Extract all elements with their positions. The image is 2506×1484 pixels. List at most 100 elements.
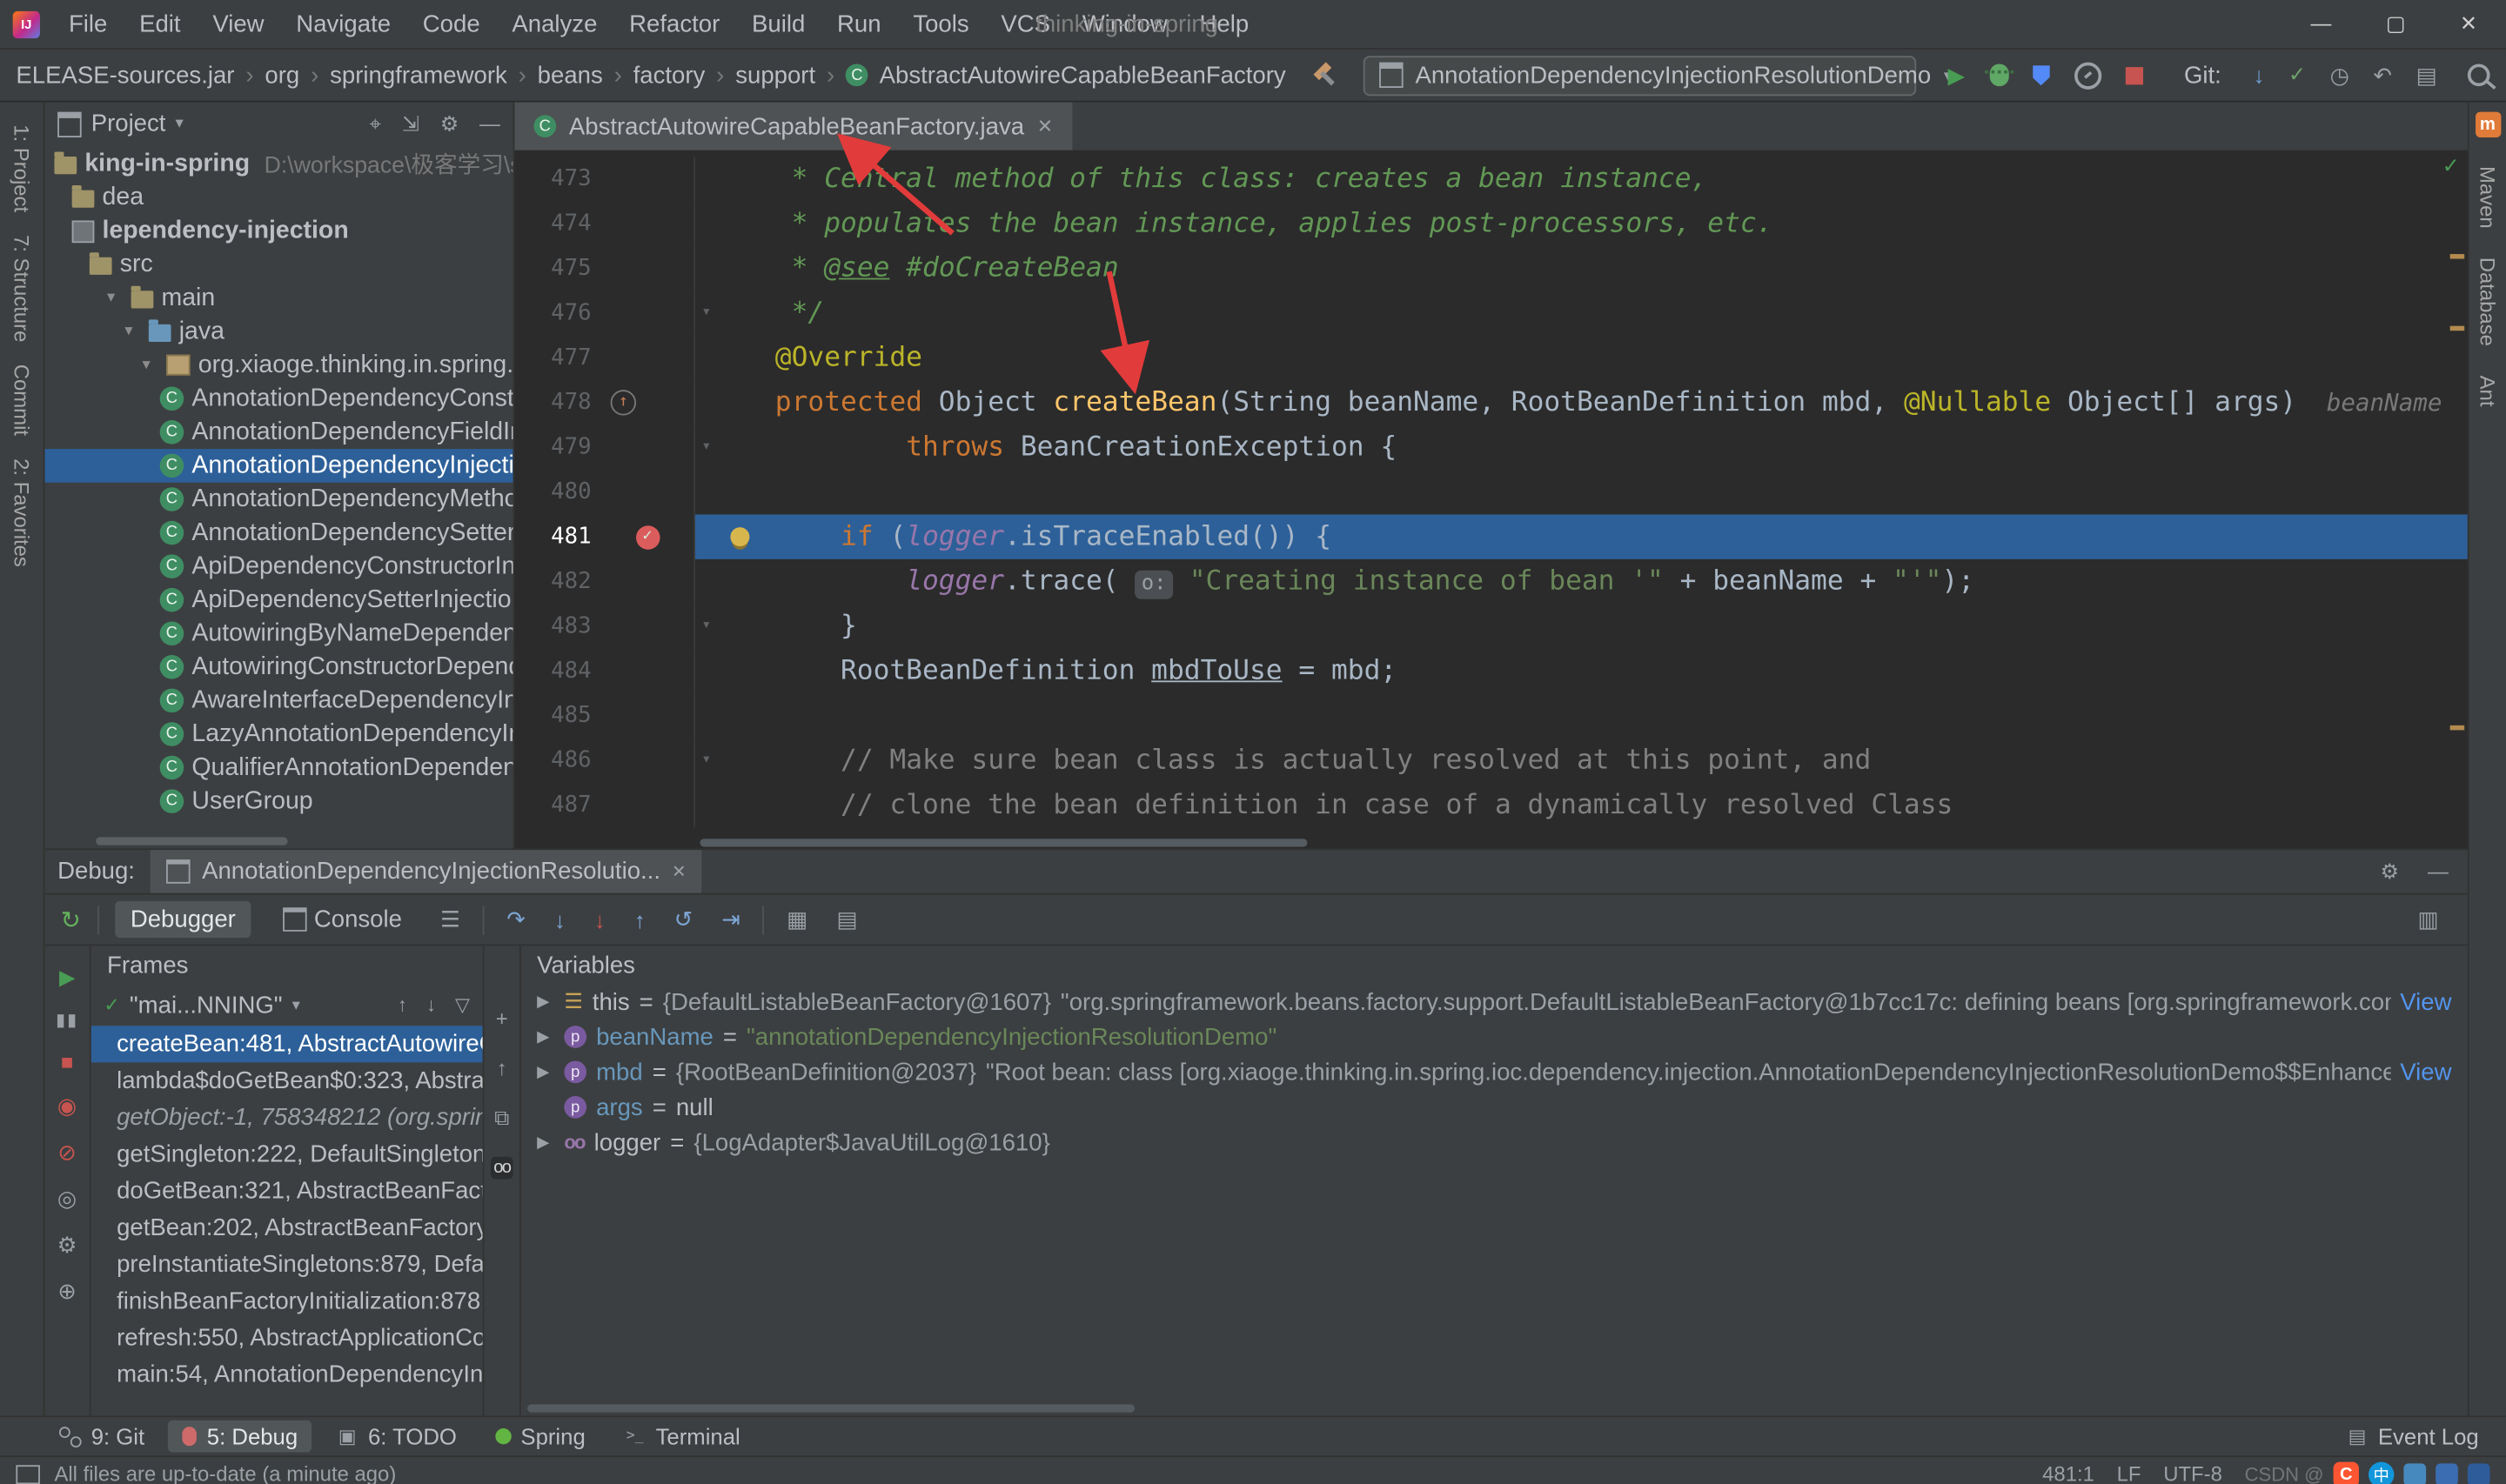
gutter[interactable] (601, 245, 695, 291)
hide-panel-button[interactable]: — (2428, 859, 2449, 885)
debug-button[interactable] (1984, 64, 2014, 87)
tree-row[interactable]: ▾ java (44, 315, 513, 349)
variable-row[interactable]: p args = null (521, 1090, 2468, 1125)
expand-arrow-icon[interactable]: ▾ (142, 357, 157, 374)
tree-row[interactable]: C UserGroup (44, 785, 513, 819)
tree-row[interactable]: C AnnotationDependencySetterInj... (44, 516, 513, 550)
menu-item-refactor[interactable]: Refactor (613, 10, 736, 37)
run-button[interactable]: ▶ (1948, 62, 1966, 89)
run-to-cursor-button[interactable]: ⇥ (715, 906, 747, 933)
rerun-button[interactable]: ↻ (61, 906, 81, 934)
code-line[interactable]: 482 logger.trace( o: "Creating instance … (514, 558, 2467, 605)
tree-row[interactable]: C AnnotationDependencyInjection... (44, 449, 513, 483)
pause-button[interactable]: ▮▮ (56, 1011, 78, 1031)
close-button[interactable]: ✕ (2460, 11, 2477, 37)
code-line[interactable]: 480 (514, 469, 2467, 515)
intention-bulb-icon[interactable] (730, 527, 750, 547)
vcs-update-button[interactable]: ↓ (2254, 63, 2265, 88)
bottom-tab-5-debug[interactable]: 5: Debug (168, 1420, 312, 1453)
code-line[interactable]: 486 ▾ // Make sure bean class is actually… (514, 738, 2467, 783)
tool-stripe-structure[interactable]: 7: Structure (10, 235, 34, 342)
expand-arrow-icon[interactable]: ▶ (537, 1134, 554, 1152)
frame-row[interactable]: getBean:202, AbstractBeanFactory (... (91, 1210, 483, 1247)
gutter[interactable]: ✓ (601, 514, 695, 559)
minimize-button[interactable]: — (2310, 11, 2331, 37)
menu-item-edit[interactable]: Edit (124, 10, 197, 37)
tree-row[interactable]: C AutowiringByNameDependency... (44, 617, 513, 651)
vcs-rollback-button[interactable]: ↶ (2374, 62, 2393, 89)
gutter[interactable] (601, 648, 695, 694)
view-grid-button[interactable]: ▦ (781, 906, 814, 933)
gutter[interactable] (601, 424, 695, 470)
search-icon[interactable] (2467, 64, 2490, 87)
bottom-tab-terminal[interactable]: Terminal (609, 1420, 754, 1453)
tree-row[interactable]: C AwareInterfaceDependencyInjec... (44, 684, 513, 718)
hamburger-menu-icon[interactable]: ☰ (434, 906, 467, 933)
variable-row[interactable]: ▶ oo logger = {LogAdapter$JavaUtilLog@1610… (521, 1126, 2468, 1160)
show-watches-button[interactable]: oo (490, 1157, 513, 1180)
gutter[interactable] (601, 156, 695, 202)
chevron-up-icon[interactable]: ↑ (497, 1057, 507, 1081)
code-line[interactable]: 474 * populates the bean instance, appli… (514, 201, 2467, 246)
resume-button[interactable]: ▶ (59, 966, 75, 991)
coverage-button[interactable] (2032, 64, 2050, 86)
step-into-button[interactable]: ↓ (548, 907, 573, 933)
bottom-tab-9-git[interactable]: 9: Git (44, 1420, 158, 1453)
code-line[interactable]: 485 (514, 693, 2467, 739)
chevron-down-icon[interactable]: ▾ (175, 115, 183, 132)
tool-stripe-ant[interactable]: Ant (2476, 375, 2500, 406)
breadcrumb-item[interactable]: AbstractAutowireCapableBeanFactory (880, 62, 1286, 89)
gutter[interactable] (601, 201, 695, 246)
copy-button[interactable]: ⧉ (494, 1106, 509, 1132)
code-line[interactable]: 476 ▾ */ (514, 291, 2467, 336)
variable-row[interactable]: ▶ p beanName = "annotationDependencyInject… (521, 1020, 2468, 1055)
menu-item-code[interactable]: Code (406, 10, 496, 37)
gutter[interactable] (601, 782, 695, 828)
breadcrumb-item[interactable]: beans (538, 62, 603, 89)
tree-row[interactable]: C AnnotationDependencyFieldInje... (44, 416, 513, 450)
fold-marker-icon[interactable]: ▾ (701, 739, 711, 783)
frame-row[interactable]: preInstantiateSingletons:879, Defau... (91, 1247, 483, 1283)
menu-item-run[interactable]: Run (821, 10, 897, 37)
settings-gear-icon[interactable]: ⚙ (2380, 859, 2398, 885)
gutter[interactable] (601, 693, 695, 739)
maximize-button[interactable]: ▢ (2386, 11, 2406, 37)
code-line[interactable]: 477 @Override (514, 335, 2467, 381)
gutter[interactable]: ↑ (601, 380, 695, 425)
compare-button[interactable]: ▤ (2416, 62, 2437, 89)
expand-arrow-icon[interactable]: ▾ (107, 289, 123, 306)
bottom-tab-spring[interactable]: Spring (481, 1420, 600, 1453)
code-line[interactable]: 479 ▾ throws BeanCreationException { (514, 424, 2467, 470)
variable-row[interactable]: ▶ ☰ this = {DefaultListableBeanFactory@160… (521, 985, 2468, 1019)
tab-console[interactable]: Console (268, 902, 419, 939)
tree-row[interactable]: king-in-spring D:\workspace\极客学习\spring (44, 147, 513, 181)
profiler-button[interactable] (2074, 61, 2101, 89)
drop-frame-button[interactable]: ↺ (667, 906, 699, 933)
gutter[interactable] (601, 604, 695, 649)
bottom-tab-event-log[interactable]: Event Log (2332, 1420, 2494, 1453)
expand-arrow-icon[interactable]: ▾ (124, 323, 140, 340)
tree-row[interactable]: C AnnotationDependencyMethodI... (44, 483, 513, 517)
debug-session-tab[interactable]: AnnotationDependencyInjectionResolutio..… (151, 850, 703, 894)
settings-gear-icon[interactable]: ⚙ (440, 111, 459, 137)
tree-row[interactable]: C QualifierAnnotationDependency... (44, 751, 513, 785)
frame-row[interactable]: main:54, AnnotationDependencyInj... (91, 1357, 483, 1394)
breadcrumb-item[interactable]: support (735, 62, 815, 89)
settings-gear-icon[interactable]: ⚙ (57, 1233, 77, 1260)
next-frame-button[interactable]: ↓ (426, 994, 436, 1017)
code-line[interactable]: 475 * @see #doCreateBean (514, 245, 2467, 291)
tree-row[interactable]: C AutowiringConstructorDepender... (44, 651, 513, 685)
gutter[interactable] (601, 335, 695, 381)
caret-position[interactable]: 481:1 (2042, 1462, 2094, 1484)
tool-stripe-maven[interactable]: Maven (2476, 166, 2500, 229)
gutter[interactable] (601, 291, 695, 336)
menu-item-navigate[interactable]: Navigate (280, 10, 406, 37)
expand-arrow-icon[interactable]: ▶ (537, 993, 554, 1011)
close-icon[interactable]: ✕ (672, 862, 687, 883)
force-step-into-button[interactable]: ↓ (588, 907, 613, 933)
breadcrumb-item[interactable]: factory (633, 62, 706, 89)
tool-stripe-database[interactable]: Database (2476, 257, 2500, 346)
add-watch-button[interactable]: + (496, 1007, 508, 1032)
menu-item-analyze[interactable]: Analyze (496, 10, 613, 37)
stop-button[interactable]: ■ (61, 1051, 73, 1075)
